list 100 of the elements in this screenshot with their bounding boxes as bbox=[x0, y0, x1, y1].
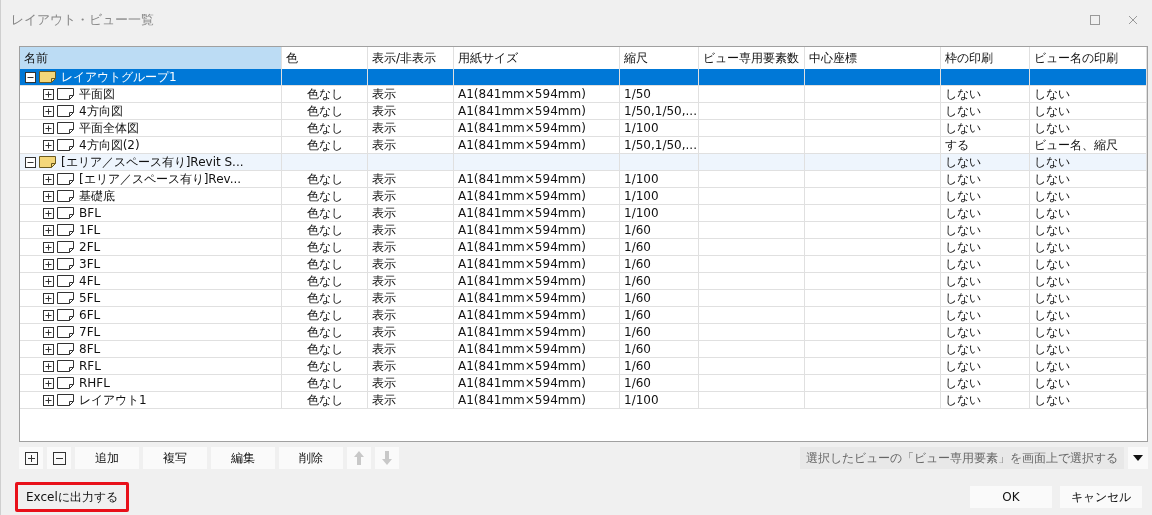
tree-row[interactable]: 8FL 色なし 表示 A1(841mm×594mm) 1/60 しない しない bbox=[20, 341, 1147, 358]
row-name: 基礎底 bbox=[79, 188, 115, 204]
table-cell: 1/60 bbox=[620, 375, 699, 391]
table-cell: 1/100 bbox=[620, 205, 699, 221]
down-arrow-icon bbox=[380, 450, 394, 466]
table-cell: A1(841mm×594mm) bbox=[454, 103, 620, 119]
select-action-button[interactable]: 選択したビューの「ビュー専用要素」を画面上で選択する bbox=[800, 447, 1124, 469]
table-cell: しない bbox=[941, 290, 1030, 306]
expand-icon[interactable] bbox=[43, 343, 54, 355]
expand-icon[interactable] bbox=[43, 105, 54, 117]
close-icon bbox=[1128, 15, 1138, 25]
export-button[interactable]: Excelに出力する bbox=[15, 482, 129, 512]
table-cell: 色なし bbox=[282, 358, 368, 374]
table-cell: しない bbox=[1030, 290, 1147, 306]
table-cell: A1(841mm×594mm) bbox=[454, 120, 620, 136]
tree-row[interactable]: 6FL 色なし 表示 A1(841mm×594mm) 1/60 しない しない bbox=[20, 307, 1147, 324]
table-cell: 表示 bbox=[368, 392, 454, 408]
table-cell: A1(841mm×594mm) bbox=[454, 358, 620, 374]
table-cell: 表示 bbox=[368, 307, 454, 323]
expand-icon[interactable] bbox=[43, 258, 54, 270]
table-cell: 表示 bbox=[368, 358, 454, 374]
table-cell: 1/50 bbox=[620, 86, 699, 102]
row-name: RFL bbox=[79, 358, 101, 374]
tree-row[interactable]: BFL 色なし 表示 A1(841mm×594mm) 1/100 しない しない bbox=[20, 205, 1147, 222]
page-icon bbox=[57, 377, 74, 389]
expand-all-button[interactable] bbox=[19, 447, 43, 469]
expand-icon[interactable] bbox=[43, 360, 54, 372]
tree-row[interactable]: 4方向図 色なし 表示 A1(841mm×594mm) 1/50,1/50,... しない しない bbox=[20, 103, 1147, 120]
toolbar-button[interactable]: 追加 bbox=[75, 447, 139, 469]
expand-icon[interactable] bbox=[43, 88, 54, 100]
tree-row[interactable]: 1FL 色なし 表示 A1(841mm×594mm) 1/60 しない しない bbox=[20, 222, 1147, 239]
tree-row[interactable]: 基礎底 色なし 表示 A1(841mm×594mm) 1/100 しない しない bbox=[20, 188, 1147, 205]
table-cell: A1(841mm×594mm) bbox=[454, 375, 620, 391]
toolbar-button[interactable]: 削除 bbox=[279, 447, 343, 469]
tree-row[interactable]: 2FL 色なし 表示 A1(841mm×594mm) 1/60 しない しない bbox=[20, 239, 1147, 256]
tree-row[interactable]: レイアウトグループ1 bbox=[20, 69, 1147, 86]
expand-icon[interactable] bbox=[43, 377, 54, 389]
table-cell: 1/100 bbox=[620, 120, 699, 136]
folder-icon bbox=[39, 71, 56, 83]
row-name: [エリア／スペース有り]Revit S... bbox=[61, 154, 244, 170]
row-name: 4方向図 bbox=[79, 103, 123, 119]
expand-icon[interactable] bbox=[43, 190, 54, 202]
row-name: BFL bbox=[79, 205, 101, 221]
dropdown-button[interactable] bbox=[1128, 447, 1148, 469]
collapse-icon[interactable] bbox=[25, 156, 36, 168]
tree-row[interactable]: 7FL 色なし 表示 A1(841mm×594mm) 1/60 しない しない bbox=[20, 324, 1147, 341]
table-cell: A1(841mm×594mm) bbox=[454, 86, 620, 102]
expand-icon[interactable] bbox=[43, 292, 54, 304]
column-header[interactable]: 名前 bbox=[20, 47, 282, 69]
page-icon bbox=[57, 343, 74, 355]
table-cell: しない bbox=[1030, 358, 1147, 374]
table-cell: しない bbox=[941, 103, 1030, 119]
toolbar-button[interactable]: 編集 bbox=[211, 447, 275, 469]
tree-row[interactable]: [エリア／スペース有り]Revit S... しない しない bbox=[20, 154, 1147, 171]
tree-row[interactable]: RHFL 色なし 表示 A1(841mm×594mm) 1/60 しない しない bbox=[20, 375, 1147, 392]
table-cell: しない bbox=[941, 239, 1030, 255]
expand-icon[interactable] bbox=[43, 241, 54, 253]
page-icon bbox=[57, 224, 74, 236]
tree-row[interactable]: レイアウト1 色なし 表示 A1(841mm×594mm) 1/100 しない しない bbox=[20, 392, 1147, 409]
page-icon bbox=[57, 241, 74, 253]
tree-row[interactable]: 4方向図(2) 色なし 表示 A1(841mm×594mm) 1/50,1/50,... する ビュー名、縮尺 bbox=[20, 137, 1147, 154]
tree-row[interactable]: RFL 色なし 表示 A1(841mm×594mm) 1/60 しない しない bbox=[20, 358, 1147, 375]
table-cell: しない bbox=[941, 307, 1030, 323]
table-cell: しない bbox=[941, 392, 1030, 408]
table-cell: 表示 bbox=[368, 222, 454, 238]
expand-icon[interactable] bbox=[43, 173, 54, 185]
table-cell: しない bbox=[941, 188, 1030, 204]
table-cell: しない bbox=[941, 256, 1030, 272]
expand-icon[interactable] bbox=[43, 309, 54, 321]
table-cell: しない bbox=[1030, 375, 1147, 391]
expand-icon[interactable] bbox=[43, 224, 54, 236]
expand-icon[interactable] bbox=[43, 394, 54, 406]
tree-row[interactable]: 4FL 色なし 表示 A1(841mm×594mm) 1/60 しない しない bbox=[20, 273, 1147, 290]
table-cell: しない bbox=[1030, 239, 1147, 255]
page-icon bbox=[57, 190, 74, 202]
collapse-icon[interactable] bbox=[25, 71, 36, 83]
tree-row[interactable]: 平面全体図 色なし 表示 A1(841mm×594mm) 1/100 しない しない bbox=[20, 120, 1147, 137]
table-cell: 表示 bbox=[368, 120, 454, 136]
table-cell: 1/60 bbox=[620, 358, 699, 374]
expand-icon[interactable] bbox=[43, 326, 54, 338]
tree-row[interactable]: 5FL 色なし 表示 A1(841mm×594mm) 1/60 しない しない bbox=[20, 290, 1147, 307]
expand-icon[interactable] bbox=[43, 122, 54, 134]
tree-row[interactable]: 3FL 色なし 表示 A1(841mm×594mm) 1/60 しない しない bbox=[20, 256, 1147, 273]
tree-row[interactable]: 平面図 色なし 表示 A1(841mm×594mm) 1/50 しない しない bbox=[20, 86, 1147, 103]
table-cell: A1(841mm×594mm) bbox=[454, 137, 620, 153]
table-cell: しない bbox=[941, 154, 1030, 170]
table-cell: 1/100 bbox=[620, 171, 699, 187]
expand-icon[interactable] bbox=[43, 207, 54, 219]
tree-row[interactable]: [エリア／スペース有り]Rev... 色なし 表示 A1(841mm×594mm) 1/100 しない しない bbox=[20, 171, 1147, 188]
table-cell: 色なし bbox=[282, 256, 368, 272]
table-cell: しない bbox=[1030, 307, 1147, 323]
table-cell: しない bbox=[1030, 103, 1147, 119]
dialog-button[interactable]: OK bbox=[970, 486, 1052, 508]
maximize-icon bbox=[1090, 15, 1100, 25]
toolbar-button[interactable]: 複写 bbox=[143, 447, 207, 469]
collapse-all-button[interactable] bbox=[47, 447, 71, 469]
expand-icon[interactable] bbox=[43, 275, 54, 287]
dialog-button[interactable]: キャンセル bbox=[1060, 486, 1142, 508]
table-cell: 色なし bbox=[282, 137, 368, 153]
expand-icon[interactable] bbox=[43, 139, 54, 151]
